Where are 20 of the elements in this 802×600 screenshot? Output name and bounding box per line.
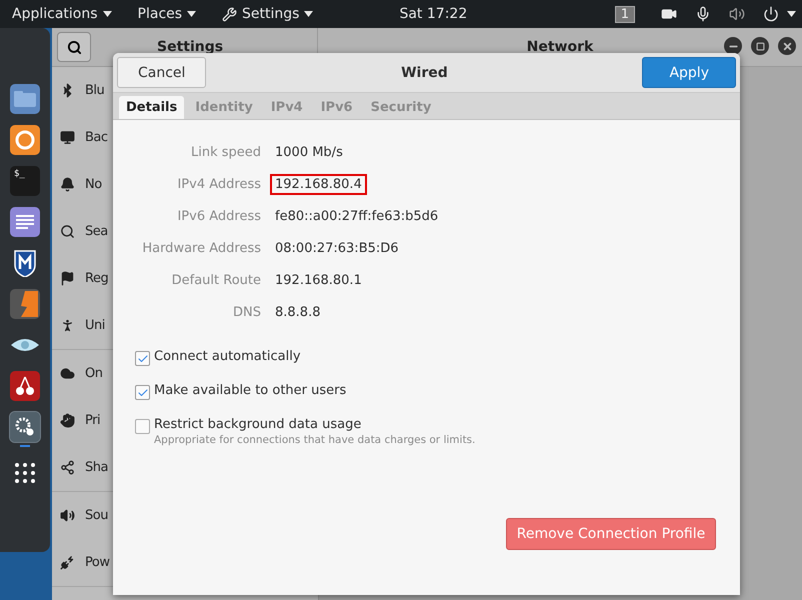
window-title: Settings	[157, 39, 224, 55]
detail-value: 192.168.80.1	[274, 272, 363, 290]
detail-value: 08:00:27:63:B5:D6	[274, 240, 400, 258]
detail-label: DNS	[233, 305, 261, 320]
detail-label: IPv6 Address	[177, 209, 261, 224]
highlighted-value: 192.168.80.4	[270, 174, 367, 195]
detail-value: fe80::a00:27ff:fe63:b5d6	[274, 208, 440, 226]
detail-label: Link speed	[190, 145, 261, 160]
option-label: Connect automatically	[154, 349, 301, 364]
detail-label: IPv4 Address	[177, 177, 261, 192]
option-label: Make available to other users	[154, 383, 346, 398]
option-hint: Appropriate for connections that have data charges or limits.	[154, 434, 476, 446]
dialog-title: Wired	[401, 64, 448, 80]
detail-label: Hardware Address	[142, 241, 261, 256]
clock: Sat 17:22	[399, 6, 468, 22]
detail-label: Default Route	[172, 273, 261, 288]
detail-value: 1000 Mb/s	[274, 144, 344, 162]
detail-value: 8.8.8.8	[274, 304, 322, 322]
panel-title: Network	[526, 39, 594, 55]
option-label: Restrict background data usage	[154, 417, 362, 432]
